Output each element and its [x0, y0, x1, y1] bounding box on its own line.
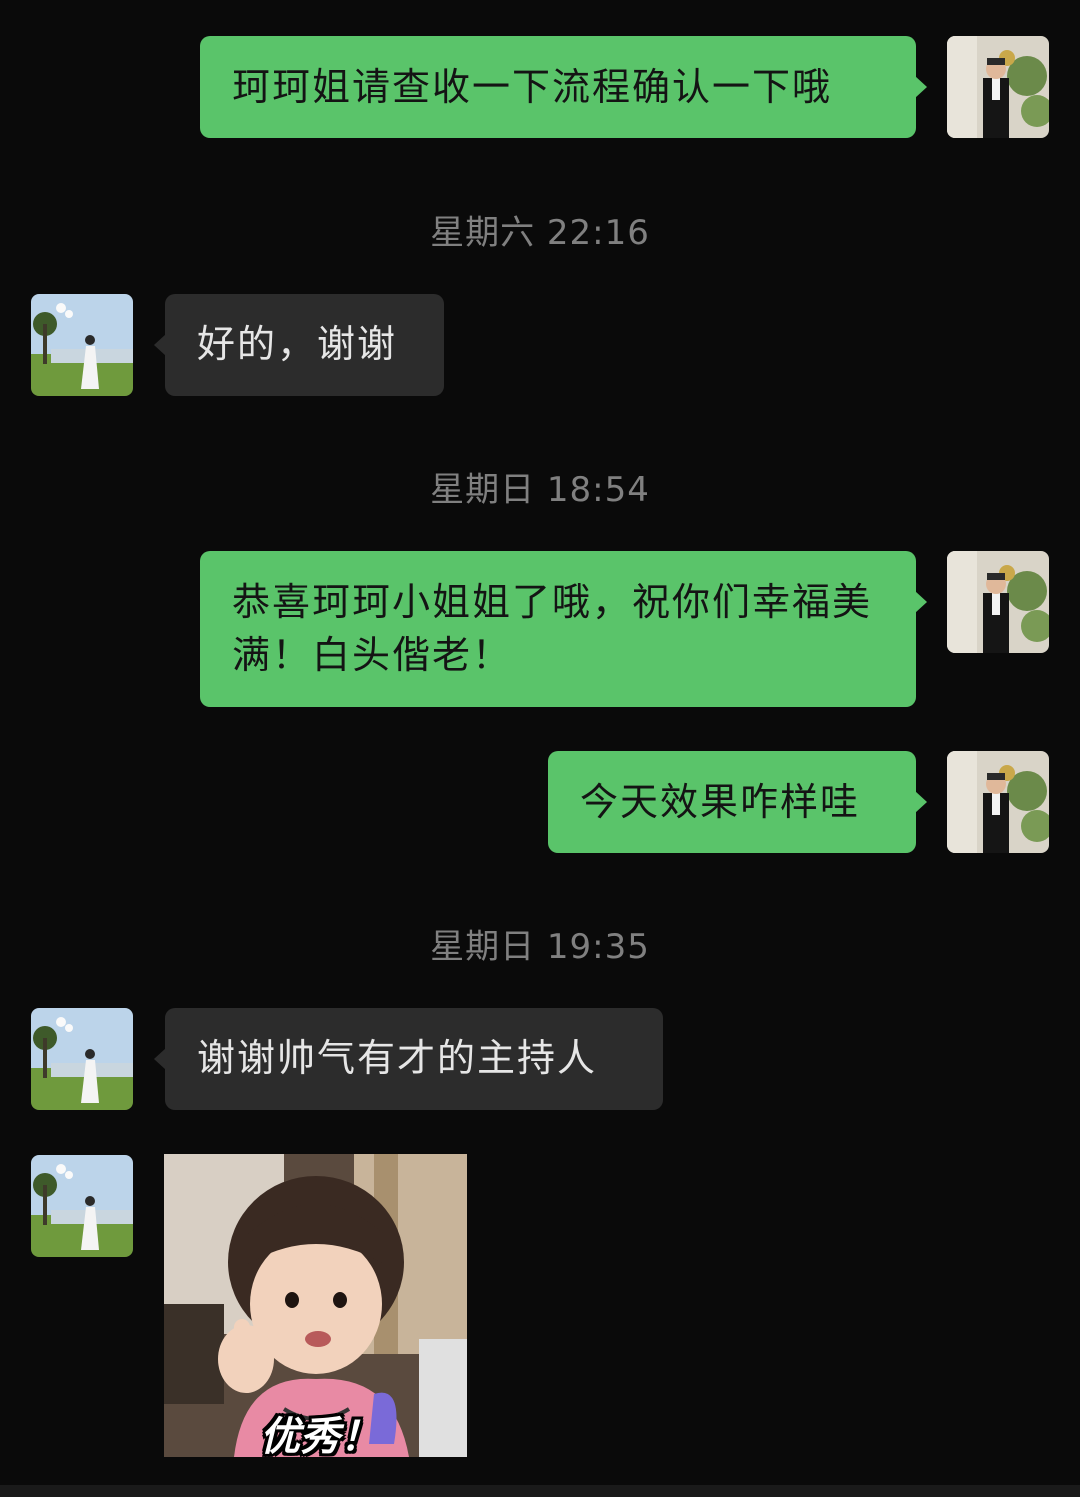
timestamp: 星期日 19:35	[430, 927, 650, 967]
contact-avatar-icon	[31, 1008, 133, 1110]
bottom-edge	[0, 1485, 1080, 1497]
message-text: 珂珂姐请查收一下流程确认一下哦	[232, 65, 833, 109]
self-avatar[interactable]	[947, 551, 1049, 653]
contact-avatar-icon	[31, 1155, 133, 1257]
bubble-tail	[154, 1048, 166, 1070]
timestamp: 星期日 18:54	[430, 470, 650, 510]
contact-avatar[interactable]	[31, 294, 133, 396]
message-text: 今天效果咋样哇	[580, 780, 861, 824]
contact-avatar[interactable]	[31, 1155, 133, 1257]
contact-avatar[interactable]	[31, 1008, 133, 1110]
outgoing-message[interactable]: 珂珂姐请查收一下流程确认一下哦	[200, 36, 927, 138]
bubble-tail	[915, 591, 927, 613]
host-avatar-icon	[947, 551, 1049, 653]
bubble-tail	[915, 76, 927, 98]
bubble-tail	[154, 334, 166, 356]
outgoing-message[interactable]: 今天效果咋样哇	[548, 751, 927, 853]
incoming-message[interactable]: 好的，谢谢	[154, 294, 444, 396]
message-text: 恭喜珂珂小姐姐了哦，祝你们幸福美满！白头偕老！	[232, 580, 873, 677]
self-avatar[interactable]	[947, 36, 1049, 138]
bubble-tail	[915, 791, 927, 813]
outgoing-message[interactable]: 恭喜珂珂小姐姐了哦，祝你们幸福美满！白头偕老！	[200, 551, 927, 707]
sticker-caption: 优秀！	[260, 1414, 380, 1457]
contact-avatar-icon	[31, 294, 133, 396]
incoming-message[interactable]: 谢谢帅气有才的主持人	[154, 1008, 663, 1110]
message-text: 好的，谢谢	[197, 322, 398, 366]
host-avatar-icon	[947, 36, 1049, 138]
sticker-message[interactable]: 优秀！	[164, 1154, 467, 1457]
message-text: 谢谢帅气有才的主持人	[197, 1036, 598, 1080]
self-avatar[interactable]	[947, 751, 1049, 853]
host-avatar-icon	[947, 751, 1049, 853]
timestamp: 星期六 22:16	[430, 213, 650, 253]
